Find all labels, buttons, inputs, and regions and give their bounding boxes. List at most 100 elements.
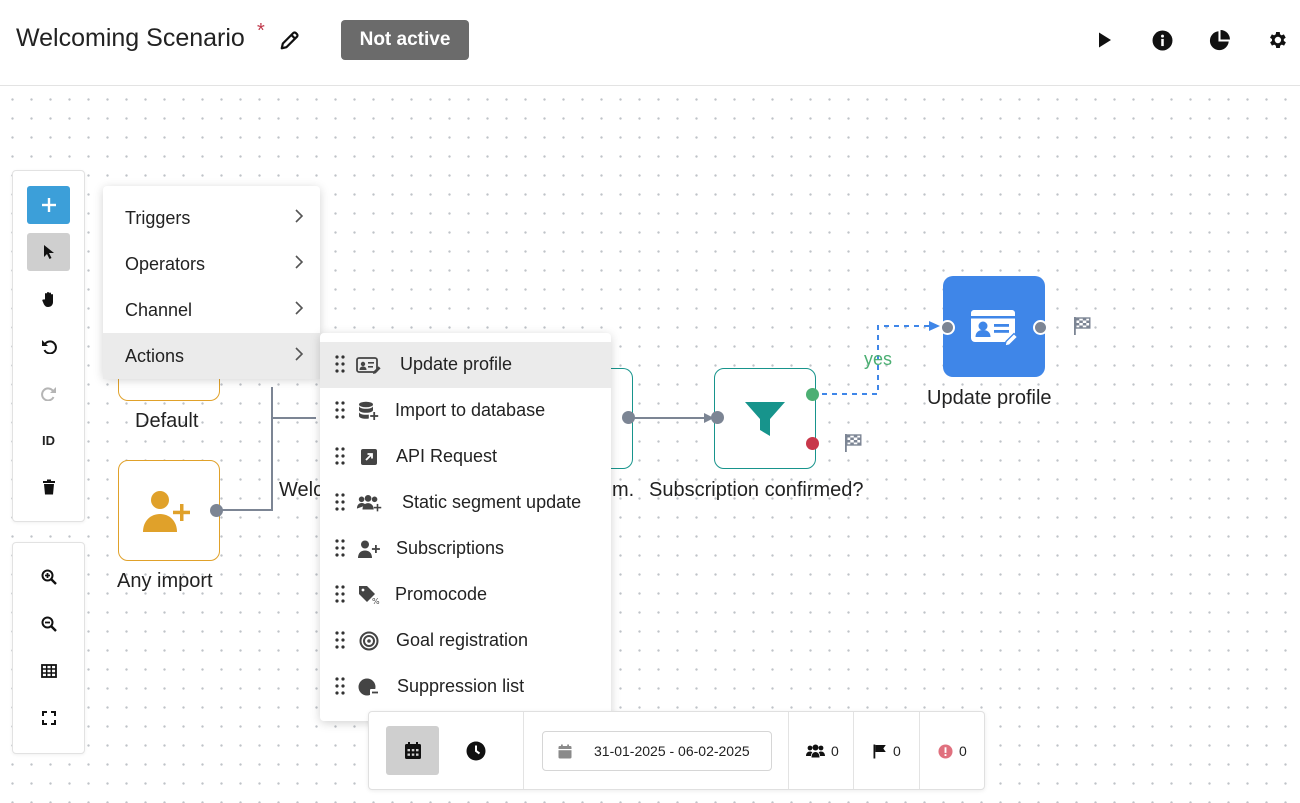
subscription-filter-node[interactable] (714, 368, 816, 469)
user-plus-icon (356, 538, 382, 560)
menu-item-label: Channel (125, 299, 193, 320)
tag-percent-icon: % (356, 584, 382, 606)
chevron-right-icon (295, 301, 304, 315)
filter-node-label: Subscription confirmed? (649, 479, 864, 501)
add-node-menu: Triggers Operators Channel Actions (103, 186, 320, 379)
submenu-item-label: Import to database (395, 400, 546, 420)
delete-button[interactable] (27, 468, 70, 506)
drag-handle-icon (335, 631, 345, 649)
actions-submenu: Update profile Import to database API Re… (320, 333, 611, 721)
grid-icon (40, 664, 57, 678)
hand-icon (41, 291, 53, 307)
redo-button[interactable] (27, 374, 70, 412)
undo-button[interactable] (27, 327, 70, 365)
submenu-item-label: Goal registration (396, 630, 529, 650)
drag-handle-icon (335, 401, 345, 419)
submenu-item-api-request[interactable]: API Request (320, 434, 611, 480)
welcome-node-label: Welc (279, 479, 324, 501)
divider (788, 712, 789, 789)
submenu-item-static-segment-update[interactable]: Static segment update (320, 480, 611, 526)
any-import-trigger-node[interactable] (118, 460, 220, 561)
any-import-node-label: Any import (117, 570, 213, 592)
users-plus-icon (356, 492, 382, 514)
target-icon (356, 630, 382, 652)
calendar-mode-button[interactable] (386, 726, 439, 775)
update-profile-input-port[interactable] (940, 320, 955, 335)
menu-item-triggers[interactable]: Triggers (103, 195, 320, 241)
menu-item-channel[interactable]: Channel (103, 287, 320, 333)
filter-input-port[interactable] (711, 411, 724, 424)
zoom-out-icon (41, 616, 57, 632)
users-in-scenario-stat[interactable]: 0 (806, 741, 839, 761)
finished-count: 0 (893, 743, 901, 759)
finish-flag-icon (845, 434, 862, 452)
database-plus-icon (356, 400, 382, 422)
pointer-icon (43, 245, 54, 259)
submenu-item-suppression-list[interactable]: Suppression list (320, 664, 611, 710)
user-minus-icon (356, 676, 382, 698)
select-tool-button[interactable] (27, 233, 70, 271)
update-profile-node-label: Update profile (927, 387, 1052, 409)
zoom-in-button[interactable] (27, 558, 70, 596)
user-plus-icon (143, 490, 190, 532)
date-range-value: 31-01-2025 - 06-02-2025 (594, 743, 750, 759)
channel-node-label: m. (612, 479, 635, 501)
drag-handle-icon (335, 355, 345, 373)
menu-item-label: Triggers (125, 207, 191, 228)
zoom-in-icon (41, 569, 57, 585)
redo-icon (40, 387, 56, 401)
submenu-item-label: Update profile (400, 354, 513, 374)
pan-tool-button[interactable] (27, 280, 70, 318)
filter-icon (745, 401, 785, 436)
add-node-button[interactable] (27, 186, 70, 224)
filter-no-port[interactable] (806, 437, 819, 450)
clock-icon (466, 741, 485, 760)
finish-flag-icon (1074, 317, 1091, 335)
submenu-item-label: Suppression list (397, 676, 525, 696)
drag-handle-icon (335, 493, 345, 511)
error-icon (938, 743, 953, 759)
plus-icon (41, 198, 56, 212)
calendar-icon (558, 744, 572, 759)
channel-node-output-port[interactable] (622, 411, 635, 424)
fit-screen-icon (41, 711, 56, 725)
zoom-out-button[interactable] (27, 605, 70, 643)
calendar-icon (404, 742, 421, 759)
menu-item-label: Actions (125, 345, 185, 366)
submenu-item-import-to-database[interactable]: Import to database (320, 388, 611, 434)
svg-text:%: % (372, 597, 380, 605)
zoom-toolbar (12, 542, 85, 754)
drag-handle-icon (335, 447, 345, 465)
errors-count: 0 (959, 743, 967, 759)
update-profile-output-port[interactable] (1033, 320, 1048, 335)
drag-handle-icon (335, 677, 345, 695)
submenu-item-subscriptions[interactable]: Subscriptions (320, 526, 611, 572)
update-profile-node[interactable] (943, 276, 1045, 377)
fit-screen-button[interactable] (27, 699, 70, 737)
submenu-item-label: API Request (396, 446, 498, 466)
submenu-item-promocode[interactable]: % Promocode (320, 572, 611, 618)
errors-stat[interactable]: 0 (938, 741, 967, 761)
api-arrow-icon (356, 446, 382, 468)
show-ids-button[interactable]: ID (27, 421, 70, 459)
submenu-item-goal-registration[interactable]: Goal registration (320, 618, 611, 664)
default-node-label: Default (135, 410, 199, 432)
users-icon (806, 744, 825, 758)
drag-handle-icon (335, 585, 345, 603)
realtime-mode-button[interactable] (449, 726, 502, 775)
contact-card-edit-icon (971, 309, 1019, 347)
filter-yes-port[interactable] (806, 388, 819, 401)
date-range-input[interactable]: 31-01-2025 - 06-02-2025 (542, 731, 772, 771)
chevron-right-icon (295, 209, 304, 223)
submenu-item-label: Promocode (395, 584, 488, 604)
any-import-output-port[interactable] (210, 504, 223, 517)
connector-lines (216, 321, 940, 511)
finished-stat[interactable]: 0 (873, 741, 901, 761)
menu-item-label: Operators (125, 253, 206, 274)
menu-item-operators[interactable]: Operators (103, 241, 320, 287)
submenu-item-update-profile[interactable]: Update profile (320, 342, 611, 388)
toggle-grid-button[interactable] (27, 652, 70, 690)
contact-card-edit-icon (356, 354, 382, 376)
submenu-item-label: Subscriptions (396, 538, 505, 558)
menu-item-actions[interactable]: Actions (103, 333, 320, 379)
